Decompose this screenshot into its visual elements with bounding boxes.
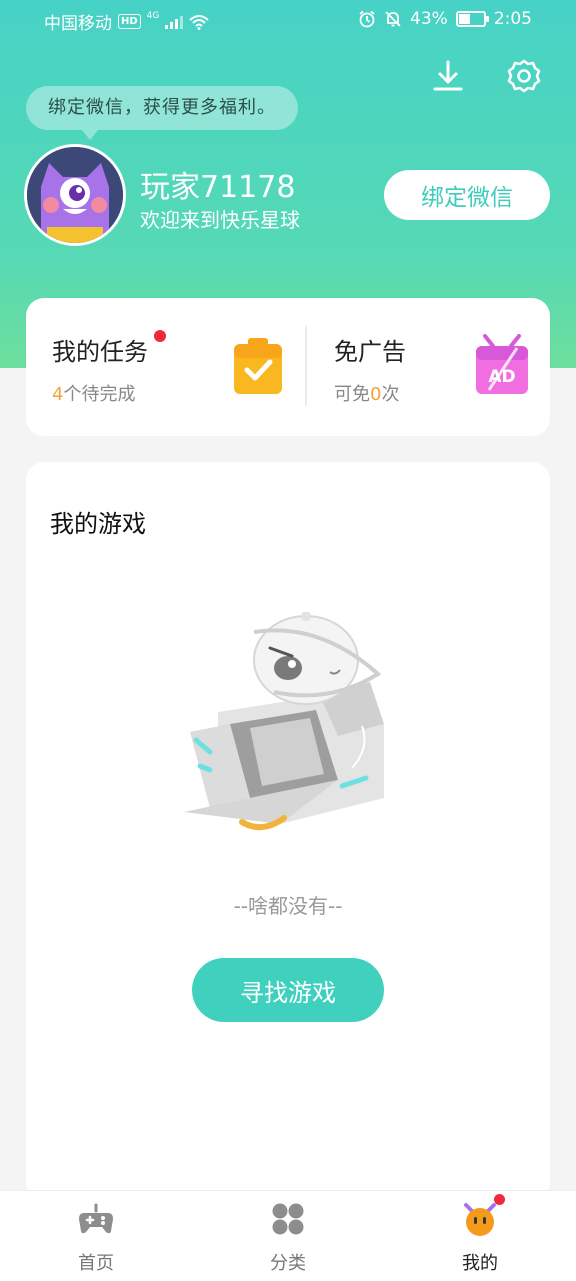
settings-icon[interactable]: [506, 58, 542, 94]
bind-wechat-tip: 绑定微信，获得更多福利。: [26, 86, 298, 140]
nav-label-mine: 我的: [462, 1253, 498, 1274]
my-games-title: 我的游戏: [50, 510, 146, 538]
nav-item-category[interactable]: 分类: [192, 1191, 384, 1281]
no-ads-entry[interactable]: 免广告 可免0次 AD: [307, 298, 550, 436]
find-games-button[interactable]: 寻找游戏: [192, 958, 384, 1022]
network-type: 4G: [146, 10, 160, 21]
tasks-suffix: 个待完成: [63, 384, 136, 405]
no-ads-remaining: 可免0次: [334, 380, 399, 406]
clock: 2:05: [493, 9, 532, 29]
nav-label-category: 分类: [270, 1253, 306, 1274]
welcome-text: 欢迎来到快乐星球: [140, 208, 300, 232]
wifi-icon: [189, 14, 210, 30]
bottom-navigation: 首页 分类 我的: [0, 1190, 576, 1281]
battery-percent: 43%: [410, 9, 448, 29]
avatar[interactable]: [24, 144, 126, 246]
status-bar: 中国移动 HD 4G 43% 2:05: [0, 0, 576, 40]
gamepad-icon: [79, 1203, 113, 1234]
carrier-name: 中国移动: [44, 14, 112, 34]
tasks-pending: 4个待完成: [52, 380, 135, 406]
nav-item-home[interactable]: 首页: [0, 1191, 192, 1281]
category-icon: [272, 1203, 304, 1235]
no-ads-count: 0: [370, 384, 382, 405]
bind-wechat-button[interactable]: 绑定微信: [384, 170, 550, 220]
task-card: 我的任务 4个待完成 免广告 可免0次 AD: [26, 298, 550, 436]
download-icon[interactable]: [430, 58, 466, 94]
ad-block-icon: AD: [476, 334, 528, 394]
empty-state-text: --啥都没有--: [233, 894, 343, 918]
mine-badge-dot: [494, 1194, 505, 1205]
my-tasks-title: 我的任务: [52, 338, 148, 366]
avatar-monster-icon: [27, 147, 123, 243]
nav-item-mine[interactable]: 我的: [384, 1191, 576, 1281]
my-games-card: 我的游戏 --啥都没有-- 寻找游戏: [26, 462, 550, 1202]
alarm-icon: [359, 10, 375, 28]
nav-label-home: 首页: [78, 1253, 114, 1274]
no-ads-title: 免广告: [334, 338, 406, 366]
my-tasks-entry[interactable]: 我的任务 4个待完成: [26, 298, 305, 436]
tasks-count: 4: [52, 384, 64, 405]
empty-box-illustration: [184, 612, 384, 831]
hd-badge: HD: [118, 14, 141, 29]
battery-icon: [455, 11, 489, 27]
tasks-badge-dot: [154, 330, 166, 342]
ad-icon-text: AD: [488, 367, 515, 387]
profile-icon: [464, 1203, 496, 1236]
signal-icon: [165, 15, 184, 29]
username: 玩家71178: [140, 170, 296, 205]
mute-bell-icon: [385, 11, 401, 27]
no-ads-prefix: 可免: [334, 384, 370, 405]
no-ads-suffix: 次: [381, 384, 400, 405]
clipboard-check-icon: [234, 338, 282, 394]
